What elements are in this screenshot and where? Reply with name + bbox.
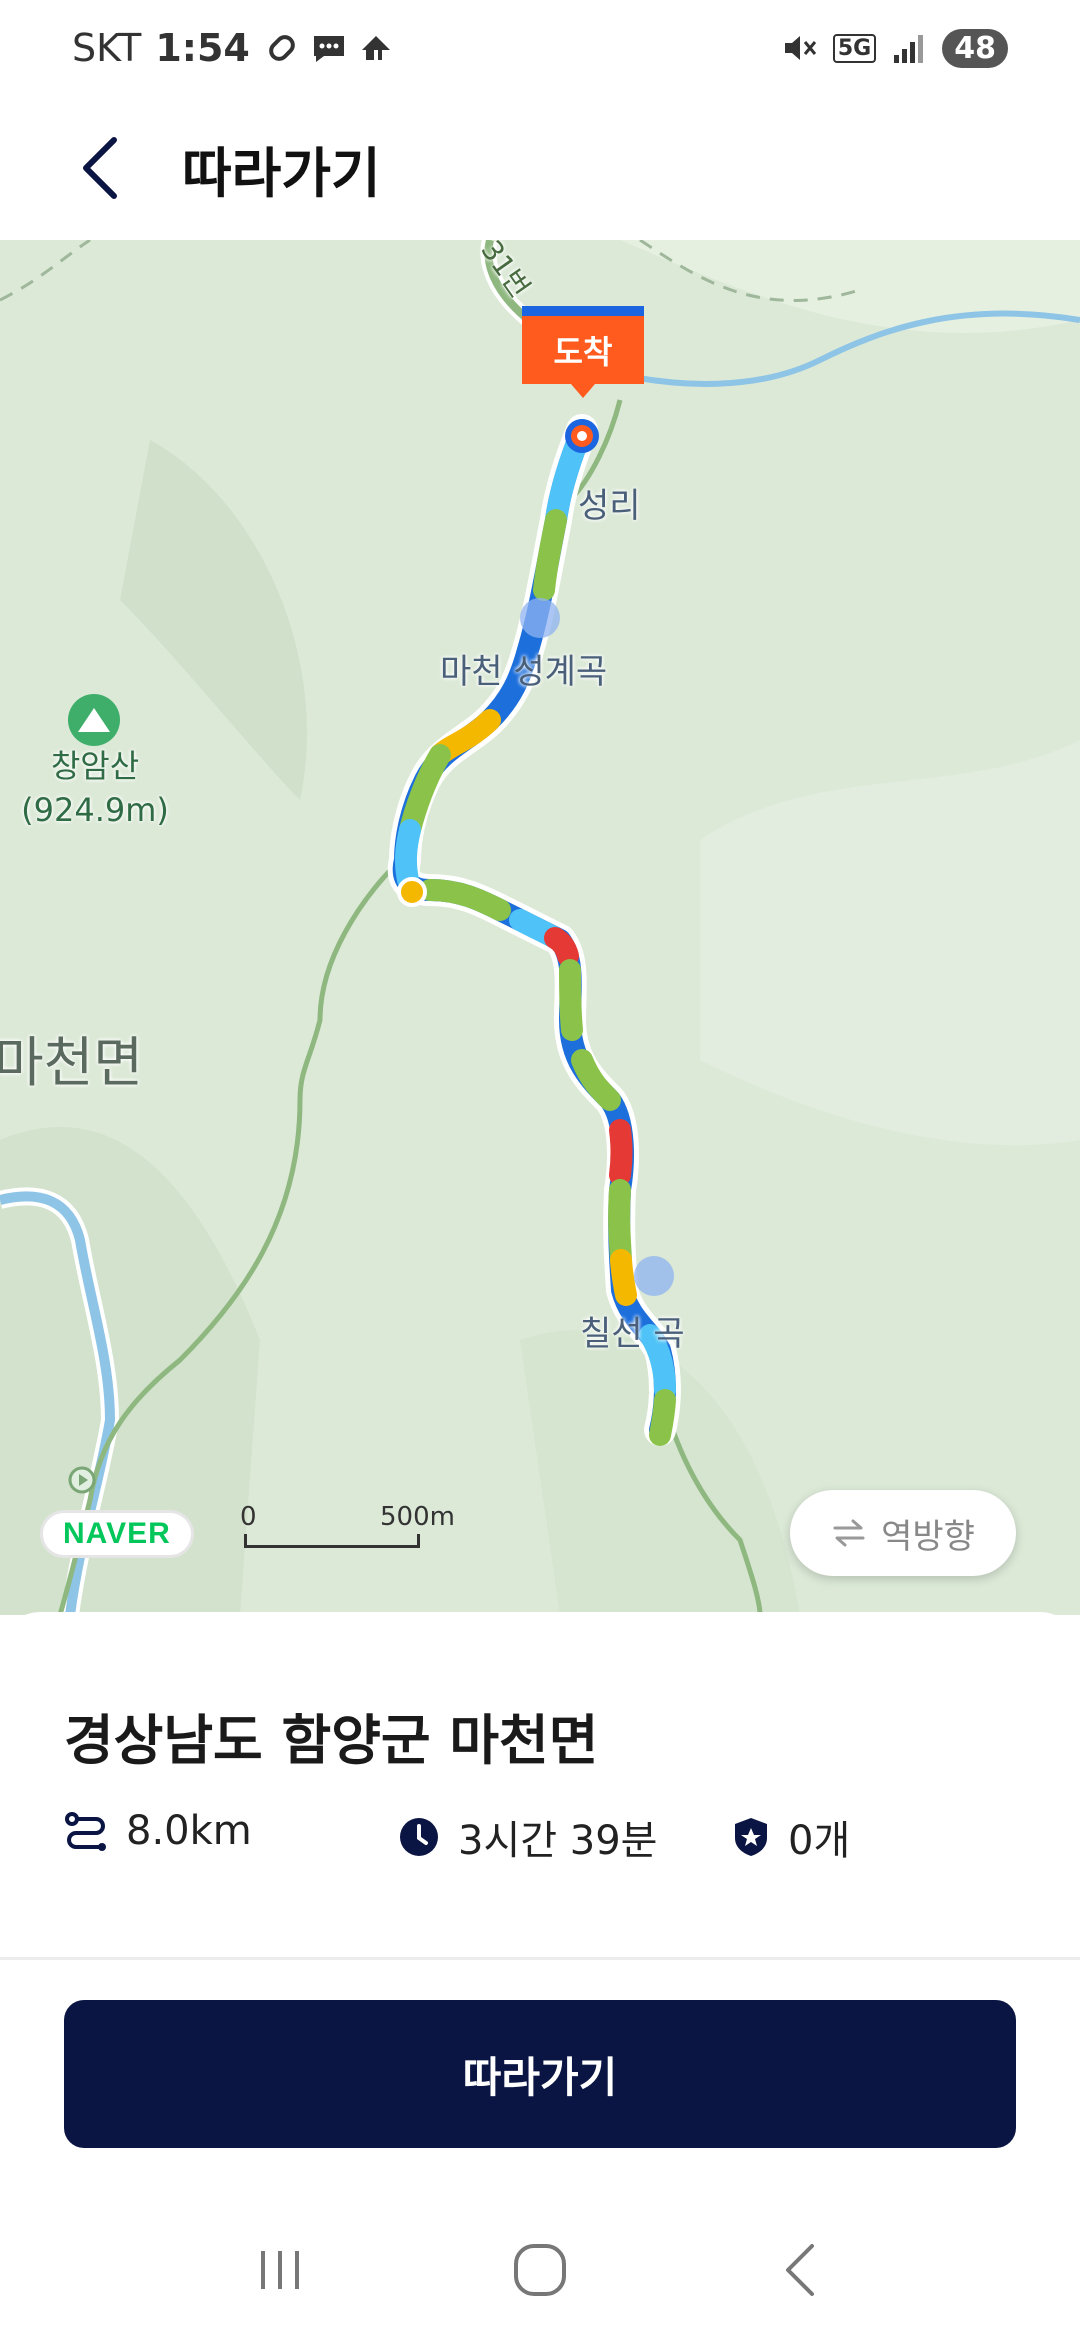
clock-icon [400, 1818, 438, 1856]
map-view[interactable]: 도착 31번 성리 마천 성계곡 창암산 (924.9m) 마천면 칠선 곡 N… [0, 240, 1080, 1615]
mute-icon [784, 36, 817, 60]
recent-apps-icon [261, 2251, 299, 2289]
signal-icon [894, 35, 924, 63]
clock: 1:54 [155, 26, 250, 70]
mountain-name: 창암산 [50, 747, 140, 785]
app-notification-icon [361, 36, 390, 60]
arrival-flag: 도착 [522, 306, 644, 398]
map-label-village: 성리 [578, 486, 641, 526]
reverse-direction-label: 역방향 [881, 1516, 975, 1557]
home-icon [514, 2244, 566, 2296]
recent-apps-button[interactable] [235, 2225, 325, 2315]
map-label-township: 마천면 [0, 1031, 144, 1094]
notification-icons [264, 30, 394, 66]
system-back-icon [786, 2244, 814, 2296]
follow-button[interactable]: 따라가기 [64, 2000, 1016, 2148]
stamp-count-value: 0개 [788, 1818, 851, 1864]
carrier-label: SKT [72, 26, 142, 70]
map-scale: 0 500m [240, 1502, 455, 1548]
reverse-direction-button[interactable]: 역방향 [790, 1490, 1016, 1576]
stamp-count-stat: 0개 [732, 1808, 850, 1866]
map-label-valley-bottom: 칠선 곡 [580, 1314, 685, 1354]
status-left: SKT 1:54 [72, 26, 394, 70]
scale-zero: 0 [240, 1502, 257, 1532]
status-bar: SKT 1:54 5G 48 [0, 0, 1080, 96]
route-info-sheet: 경상남도 함양군 마천면 8.0km 3시간 39분 0개 [0, 1612, 1080, 1962]
battery-level: 48 [942, 28, 1008, 68]
duration-stat: 3시간 39분 [398, 1808, 657, 1866]
status-right: 5G 48 [781, 28, 1008, 68]
map-label-valley-top: 마천 성계곡 [440, 652, 608, 692]
system-nav-bar [0, 2200, 1080, 2340]
distance-value: 8.0km [126, 1808, 252, 1854]
route-stats: 8.0km 3시간 39분 0개 [64, 1808, 1024, 1868]
divider [0, 1957, 1080, 1960]
page-title: 따라가기 [182, 141, 381, 205]
link-icon [269, 35, 295, 61]
back-button[interactable] [70, 128, 130, 208]
mountain-height: (924.9m) [21, 791, 169, 829]
scale-bar [244, 1534, 420, 1548]
route-icon [65, 1812, 106, 1851]
region-title: 경상남도 함양군 마천면 [64, 1709, 599, 1772]
scale-max: 500m [380, 1502, 455, 1532]
home-button[interactable] [495, 2225, 585, 2315]
shield-star-icon [735, 1818, 767, 1856]
chat-icon [313, 36, 344, 62]
network-type: 5G [832, 33, 877, 63]
distance-stat: 8.0km [64, 1808, 252, 1854]
system-back-button[interactable] [755, 2225, 845, 2315]
map-canvas [0, 240, 1080, 1615]
app-header: 따라가기 [0, 96, 1080, 240]
map-label-mountain: 창암산 (924.9m) [20, 744, 170, 832]
naver-logo: NAVER [40, 1510, 194, 1558]
duration-value: 3시간 39분 [458, 1818, 658, 1864]
back-arrow-icon [83, 137, 117, 199]
swap-arrows-icon [833, 1519, 865, 1547]
